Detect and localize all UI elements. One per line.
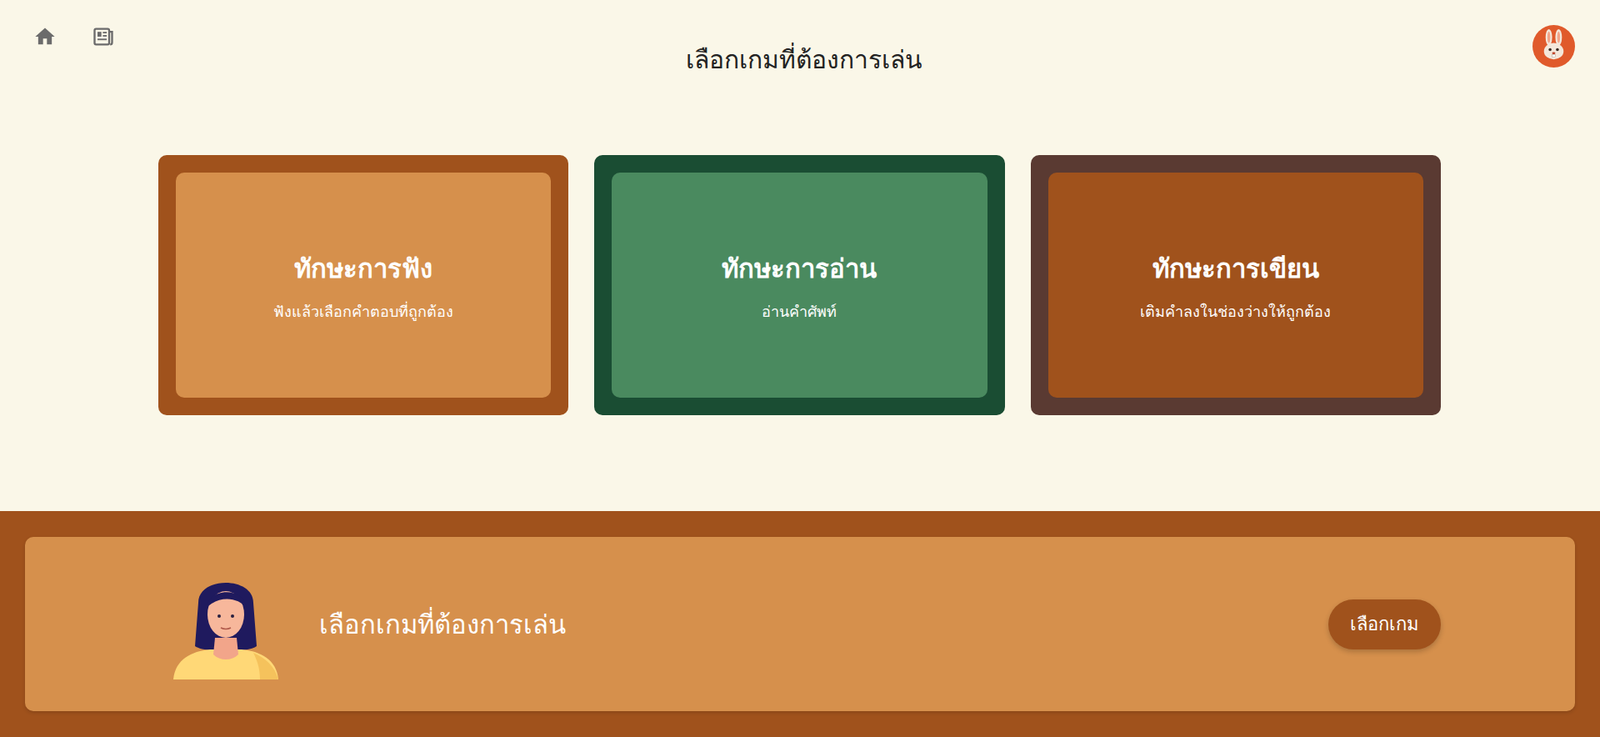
game-card-subtitle: ฟังแล้วเลือกคำตอบที่ถูกต้อง — [273, 299, 454, 324]
game-card[interactable]: ทักษะการฟังฟังแล้วเลือกคำตอบที่ถูกต้อง — [158, 155, 569, 415]
game-card-title: ทักษะการเขียน — [1152, 247, 1320, 290]
nav-icons — [33, 25, 686, 49]
game-card-body: ทักษะการเขียนเติมคำลงในช่องว่างให้ถูกต้อ… — [1048, 172, 1424, 398]
game-cards: ทักษะการฟังฟังแล้วเลือกคำตอบที่ถูกต้องทั… — [0, 108, 1600, 415]
top-bar: เลือกเกมที่ต้องการเล่น — [0, 0, 1600, 109]
game-select-page: เลือกเกมที่ต้องการเล่นทักษะการฟังฟังแล้ว… — [0, 0, 1600, 737]
game-card-subtitle: เติมคำลงในช่องว่างให้ถูกต้อง — [1140, 299, 1331, 324]
instruction-panel: เลือกเกมที่ต้องการเล่นเลือกเกม — [25, 536, 1575, 711]
newspaper-icon[interactable] — [91, 25, 115, 49]
game-card-title: ทักษะการอ่าน — [721, 247, 877, 290]
select-game-button[interactable]: เลือกเกม — [1328, 599, 1441, 650]
game-card[interactable]: ทักษะการเขียนเติมคำลงในช่องว่างให้ถูกต้อ… — [1030, 155, 1441, 415]
instruction-message: เลือกเกมที่ต้องการเล่น — [319, 603, 1329, 645]
rabbit-avatar-icon[interactable] — [1532, 25, 1575, 68]
instruction-banner: เลือกเกมที่ต้องการเล่นเลือกเกม — [0, 510, 1600, 737]
game-card[interactable]: ทักษะการอ่านอ่านคำศัพท์ — [594, 155, 1005, 415]
game-card-body: ทักษะการอ่านอ่านคำศัพท์ — [611, 172, 987, 398]
game-card-subtitle: อ่านคำศัพท์ — [761, 299, 837, 324]
home-icon[interactable] — [33, 25, 57, 49]
game-card-body: ทักษะการฟังฟังแล้วเลือกคำตอบที่ถูกต้อง — [175, 172, 551, 398]
game-card-title: ทักษะการฟัง — [294, 247, 433, 290]
page-title: เลือกเกมที่ต้องการเล่น — [685, 40, 923, 80]
teacher-character-icon — [173, 569, 279, 680]
